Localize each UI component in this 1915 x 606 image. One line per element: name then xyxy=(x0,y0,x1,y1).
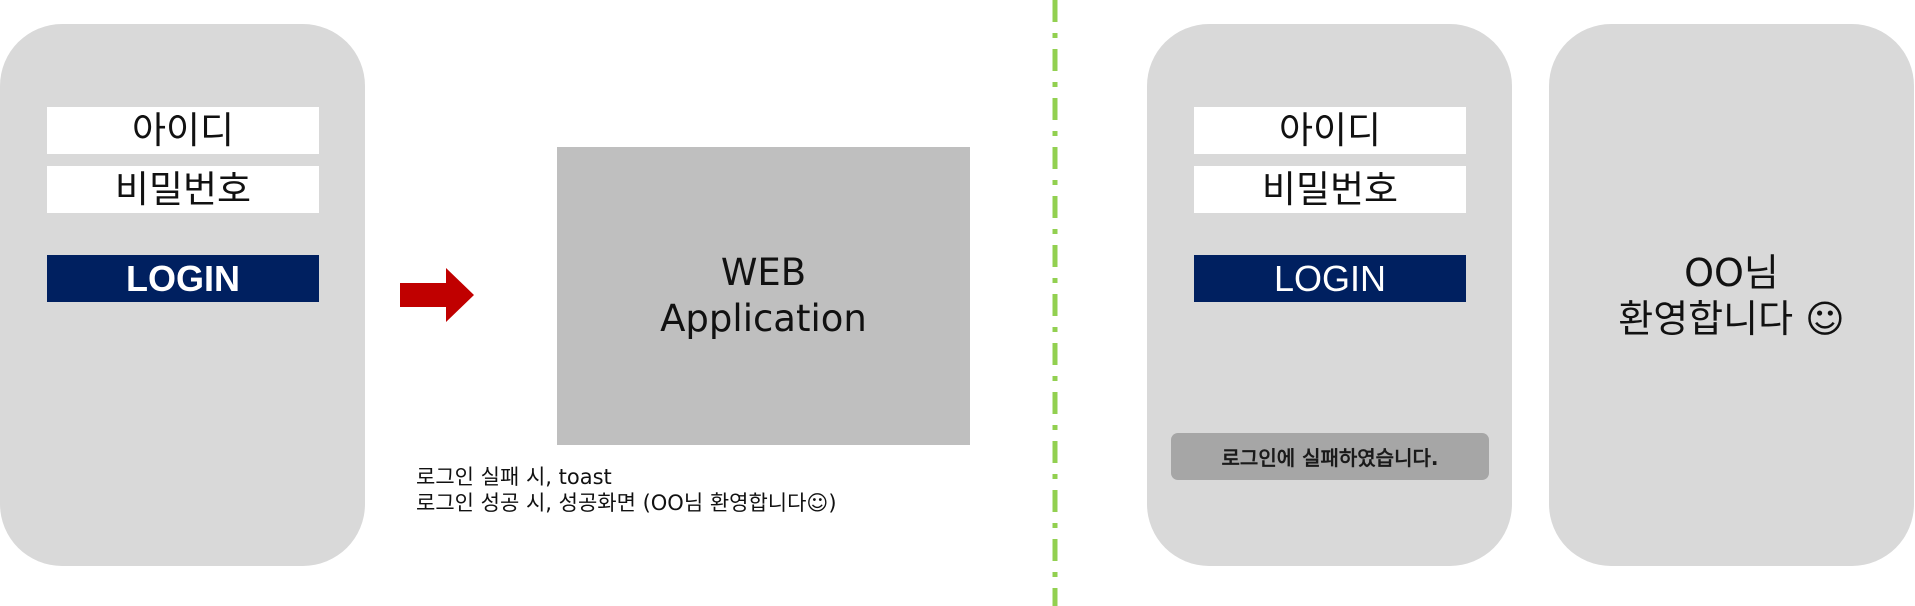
login-failure-toast: 로그인에 실패하였습니다. xyxy=(1171,433,1489,480)
id-field[interactable]: 아이디 xyxy=(47,107,319,154)
web-application-box: WEB Application xyxy=(557,147,970,445)
password-field[interactable]: 비밀번호 xyxy=(1194,166,1466,213)
password-field-label: 비밀번호 xyxy=(1261,168,1399,211)
login-phone-screen: 아이디 비밀번호 LOGIN xyxy=(0,24,365,566)
dashed-divider xyxy=(1052,0,1058,606)
id-field-label: 아이디 xyxy=(131,109,235,152)
password-field-label: 비밀번호 xyxy=(114,168,252,211)
toast-message: 로그인에 실패하였습니다. xyxy=(1221,446,1439,470)
right-arrow-icon xyxy=(400,268,474,322)
caption-success-line: 로그인 성공 시, 성공화면 (OO님 환영합니다☺) xyxy=(416,491,837,515)
web-application-line2: Application xyxy=(660,297,867,340)
welcome-line1: OO님 xyxy=(1684,251,1779,295)
login-button[interactable]: LOGIN xyxy=(1194,255,1466,302)
password-field[interactable]: 비밀번호 xyxy=(47,166,319,213)
login-failure-phone-screen: 아이디 비밀번호 LOGIN 로그인에 실패하였습니다. xyxy=(1147,24,1512,566)
web-application-line1: WEB xyxy=(720,251,807,294)
login-button[interactable]: LOGIN xyxy=(47,255,319,302)
caption-failure-line: 로그인 실패 시, toast xyxy=(416,465,612,489)
login-button-label: LOGIN xyxy=(126,257,240,299)
login-button-label: LOGIN xyxy=(1273,257,1387,299)
id-field-label: 아이디 xyxy=(1278,109,1382,152)
welcome-message: OO님 환영합니다 ☺ xyxy=(1549,250,1914,342)
login-success-phone-screen: OO님 환영합니다 ☺ xyxy=(1549,24,1914,566)
id-field[interactable]: 아이디 xyxy=(1194,107,1466,154)
welcome-line2: 환영합니다 ☺ xyxy=(1618,297,1845,341)
flow-caption: 로그인 실패 시, toast 로그인 성공 시, 성공화면 (OO님 환영합니… xyxy=(416,464,837,516)
